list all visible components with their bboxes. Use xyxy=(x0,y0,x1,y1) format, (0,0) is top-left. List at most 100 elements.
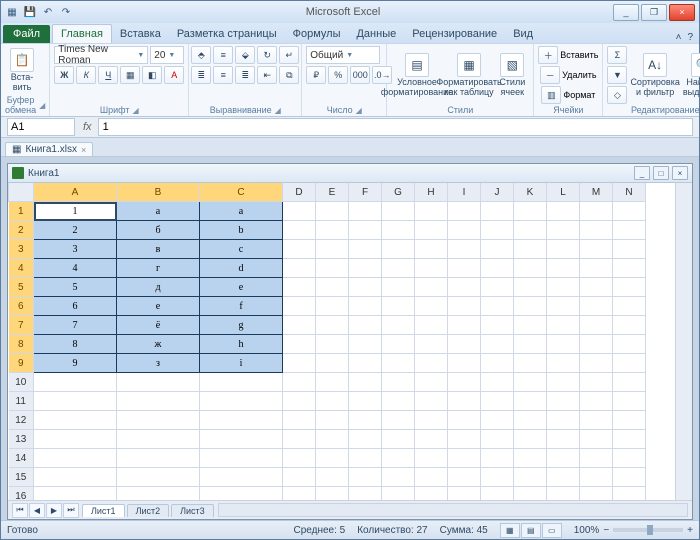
cell-G5[interactable] xyxy=(382,278,415,297)
cell-E2[interactable] xyxy=(316,221,349,240)
cell-H8[interactable] xyxy=(415,335,448,354)
row-header-11[interactable]: 11 xyxy=(9,392,34,411)
sheet-tab[interactable]: Лист3 xyxy=(171,504,214,517)
cell-M10[interactable] xyxy=(580,373,613,392)
cell-L9[interactable] xyxy=(547,354,580,373)
cell-C15[interactable] xyxy=(200,468,283,487)
conditional-formatting-button[interactable]: ▤Условное форматирование xyxy=(391,53,442,97)
cell-B16[interactable] xyxy=(117,487,200,501)
cell-A14[interactable] xyxy=(34,449,117,468)
cell-G4[interactable] xyxy=(382,259,415,278)
cell-E1[interactable] xyxy=(316,202,349,221)
cell-J15[interactable] xyxy=(481,468,514,487)
cell-D11[interactable] xyxy=(283,392,316,411)
cell-L4[interactable] xyxy=(547,259,580,278)
cell-K10[interactable] xyxy=(514,373,547,392)
cell-C5[interactable]: e xyxy=(200,278,283,297)
cell-H7[interactable] xyxy=(415,316,448,335)
fx-icon[interactable]: fx xyxy=(77,121,98,133)
cell-N14[interactable] xyxy=(613,449,646,468)
cell-J12[interactable] xyxy=(481,411,514,430)
cell-M7[interactable] xyxy=(580,316,613,335)
cell-F14[interactable] xyxy=(349,449,382,468)
cell-A12[interactable] xyxy=(34,411,117,430)
decrease-indent-button[interactable]: ⇤ xyxy=(257,66,277,84)
column-header-M[interactable]: M xyxy=(580,183,613,202)
cell-E10[interactable] xyxy=(316,373,349,392)
cell-M9[interactable] xyxy=(580,354,613,373)
redo-icon[interactable]: ↷ xyxy=(59,5,73,19)
cell-H5[interactable] xyxy=(415,278,448,297)
cell-B10[interactable] xyxy=(117,373,200,392)
cell-B1[interactable]: а xyxy=(117,202,200,221)
cell-M5[interactable] xyxy=(580,278,613,297)
cell-B4[interactable]: г xyxy=(117,259,200,278)
close-button[interactable]: × xyxy=(669,4,695,21)
cell-K11[interactable] xyxy=(514,392,547,411)
row-header-9[interactable]: 9 xyxy=(9,354,34,373)
currency-button[interactable]: ₽ xyxy=(306,66,326,84)
page-break-view-button[interactable]: ▭ xyxy=(542,523,562,538)
cell-F8[interactable] xyxy=(349,335,382,354)
cell-L6[interactable] xyxy=(547,297,580,316)
clear-button[interactable]: ◇ xyxy=(607,86,627,104)
cell-B14[interactable] xyxy=(117,449,200,468)
cell-H16[interactable] xyxy=(415,487,448,501)
row-header-6[interactable]: 6 xyxy=(9,297,34,316)
cell-G14[interactable] xyxy=(382,449,415,468)
cell-G7[interactable] xyxy=(382,316,415,335)
cell-J13[interactable] xyxy=(481,430,514,449)
row-header-4[interactable]: 4 xyxy=(9,259,34,278)
cell-H9[interactable] xyxy=(415,354,448,373)
orientation-button[interactable]: ↻ xyxy=(257,46,277,64)
cell-G2[interactable] xyxy=(382,221,415,240)
cell-B9[interactable]: з xyxy=(117,354,200,373)
zoom-slider[interactable] xyxy=(613,528,683,532)
cell-C14[interactable] xyxy=(200,449,283,468)
cell-A9[interactable]: 9 xyxy=(34,354,117,373)
cell-G1[interactable] xyxy=(382,202,415,221)
cell-M2[interactable] xyxy=(580,221,613,240)
delete-cells-button[interactable]: －Удалить xyxy=(540,66,596,84)
cell-N5[interactable] xyxy=(613,278,646,297)
cell-H13[interactable] xyxy=(415,430,448,449)
cell-D16[interactable] xyxy=(283,487,316,501)
wb-close-button[interactable]: × xyxy=(672,166,688,180)
cell-E5[interactable] xyxy=(316,278,349,297)
cell-E16[interactable] xyxy=(316,487,349,501)
cell-B2[interactable]: б xyxy=(117,221,200,240)
cell-H2[interactable] xyxy=(415,221,448,240)
cell-J8[interactable] xyxy=(481,335,514,354)
cell-H4[interactable] xyxy=(415,259,448,278)
row-header-12[interactable]: 12 xyxy=(9,411,34,430)
cell-G11[interactable] xyxy=(382,392,415,411)
cell-F2[interactable] xyxy=(349,221,382,240)
cell-J5[interactable] xyxy=(481,278,514,297)
column-header-D[interactable]: D xyxy=(283,183,316,202)
cell-I4[interactable] xyxy=(448,259,481,278)
align-center-button[interactable]: ≡ xyxy=(213,66,233,84)
cell-D8[interactable] xyxy=(283,335,316,354)
cell-G10[interactable] xyxy=(382,373,415,392)
cell-D12[interactable] xyxy=(283,411,316,430)
cell-A4[interactable]: 4 xyxy=(34,259,117,278)
cell-K13[interactable] xyxy=(514,430,547,449)
column-header-L[interactable]: L xyxy=(547,183,580,202)
cell-A5[interactable]: 5 xyxy=(34,278,117,297)
cell-M13[interactable] xyxy=(580,430,613,449)
cell-N15[interactable] xyxy=(613,468,646,487)
sheet-nav-first[interactable]: ⏮ xyxy=(12,503,28,518)
cell-M11[interactable] xyxy=(580,392,613,411)
fill-color-button[interactable]: ◧ xyxy=(142,66,162,84)
spreadsheet-grid[interactable]: ABCDEFGHIJKLMN11аa22бb33вc44гd55дe66еf77… xyxy=(8,183,646,500)
cell-I10[interactable] xyxy=(448,373,481,392)
ribbon-tab-вид[interactable]: Вид xyxy=(505,25,541,43)
cell-E12[interactable] xyxy=(316,411,349,430)
cell-K1[interactable] xyxy=(514,202,547,221)
column-header-E[interactable]: E xyxy=(316,183,349,202)
cell-J3[interactable] xyxy=(481,240,514,259)
align-bottom-button[interactable]: ⬙ xyxy=(235,46,255,64)
ribbon-tab-данные[interactable]: Данные xyxy=(348,25,404,43)
borders-button[interactable]: ▦ xyxy=(120,66,140,84)
row-header-8[interactable]: 8 xyxy=(9,335,34,354)
